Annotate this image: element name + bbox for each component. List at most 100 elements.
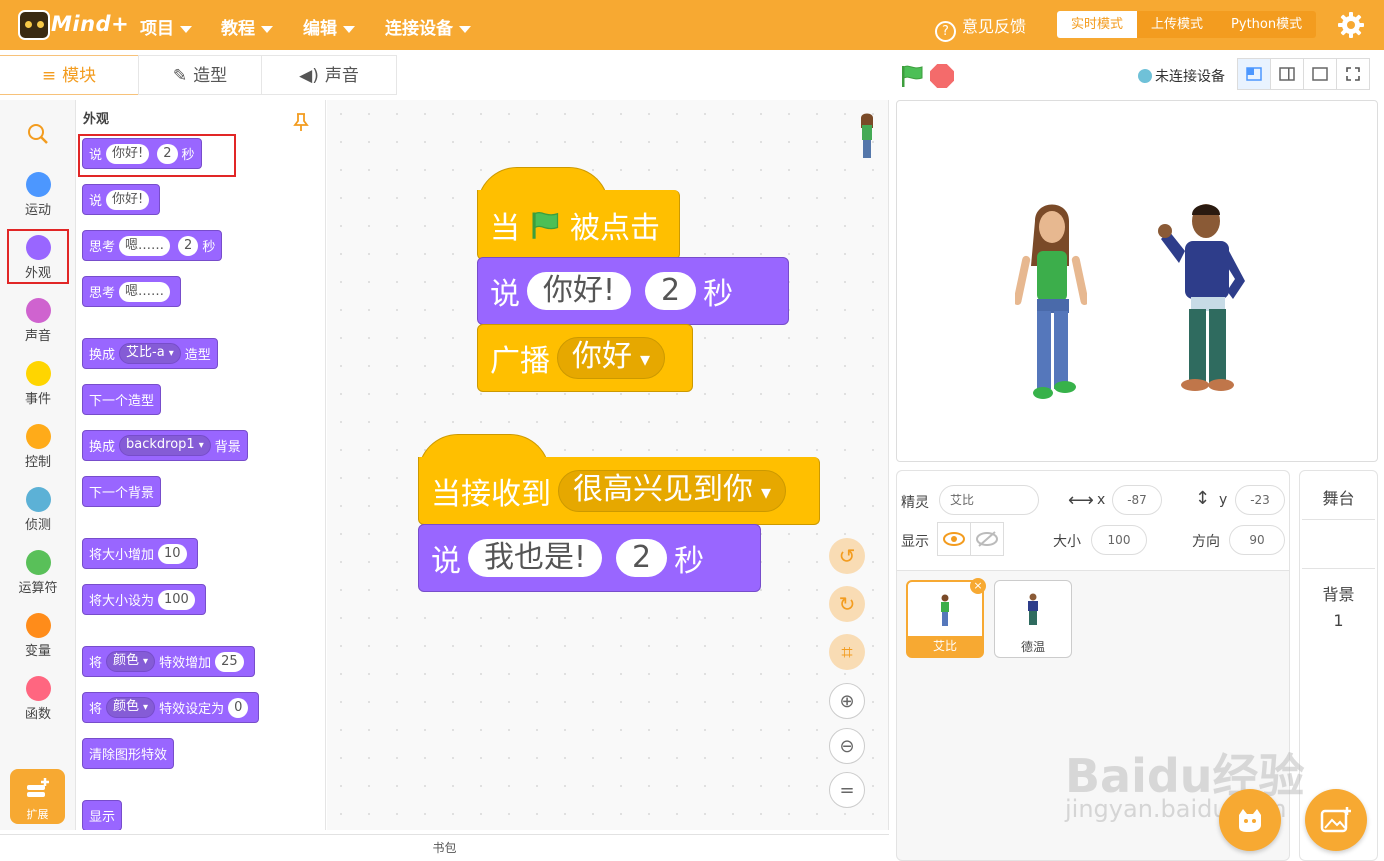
broadcast-block[interactable]: 广播 你好 <box>477 324 693 392</box>
extensions-button[interactable]: 扩展 <box>10 769 65 824</box>
say-for-secs-block[interactable]: 说 我也是! 2 秒 <box>418 524 761 592</box>
effect-dropdown[interactable]: 颜色 <box>106 697 156 718</box>
block-input-number[interactable]: 100 <box>158 589 195 610</box>
feedback-button[interactable]: ? 意见反馈 <box>935 13 1026 42</box>
block-label: 特效增加 <box>159 656 212 671</box>
tab-blocks[interactable]: ≡ 模块 <box>0 55 139 95</box>
when-i-receive-block[interactable]: 当接收到 很高兴见到你 <box>418 457 820 525</box>
sprite-thumbnail-abby[interactable]: × 艾比 <box>906 578 986 658</box>
mode-upload[interactable]: 上传模式 <box>1137 11 1218 38</box>
app-logo[interactable]: Mind+ <box>18 8 129 42</box>
sprite-name: 艾比 <box>908 636 982 656</box>
large-stage-button[interactable] <box>1270 58 1304 90</box>
receive-message-dropdown[interactable]: 很高兴见到你 <box>558 469 787 512</box>
block-input-number[interactable]: 25 <box>215 651 244 672</box>
sprite-name-input[interactable]: 艾比 <box>939 485 1039 515</box>
block-next-costume[interactable]: 下一个造型 <box>82 384 162 415</box>
say-for-secs-block[interactable]: 说 你好! 2 秒 <box>477 257 789 325</box>
visibility-toggle <box>937 522 1004 556</box>
stop-icon[interactable] <box>930 64 954 88</box>
show-button[interactable] <box>937 522 971 556</box>
block-show[interactable]: 显示 <box>82 800 123 830</box>
cat-icon <box>1239 809 1261 832</box>
search-icon[interactable] <box>27 123 49 145</box>
category-events[interactable]: 事件 <box>0 361 76 407</box>
block-input-number[interactable]: 10 <box>158 543 187 564</box>
when-flag-clicked-block[interactable]: 当 被点击 <box>477 190 680 260</box>
block-say[interactable]: 说你好! <box>82 184 161 215</box>
gear-icon[interactable] <box>1337 11 1365 39</box>
blocks-icon: ≡ <box>41 66 57 86</box>
add-backdrop-button[interactable] <box>1305 789 1367 851</box>
block-change-effect[interactable]: 将颜色特效增加25 <box>82 646 255 677</box>
block-input-secs[interactable]: 2 <box>616 539 668 577</box>
redo-button[interactable]: ↻ <box>829 586 865 622</box>
block-input-number[interactable]: 0 <box>228 697 249 718</box>
add-sprite-button[interactable] <box>1219 789 1281 851</box>
category-motion[interactable]: 运动 <box>0 172 76 218</box>
crop-button[interactable]: ⌗ <box>829 634 865 670</box>
category-functions-label: 函数 <box>24 707 51 722</box>
palette-section-title: 外观 <box>83 112 110 127</box>
mode-realtime[interactable]: 实时模式 <box>1057 11 1138 38</box>
tab-sounds[interactable]: ◀) 声音 <box>261 55 397 95</box>
block-switch-costume[interactable]: 换成艾比-a造型 <box>82 338 218 369</box>
block-think-for-secs[interactable]: 思考 嗯…… 2 秒 <box>82 230 223 261</box>
tab-costumes[interactable]: ✎ 造型 <box>138 55 262 95</box>
category-sound[interactable]: 声音 <box>0 298 76 344</box>
block-change-size[interactable]: 将大小增加 10 <box>82 538 198 569</box>
undo-button[interactable]: ↺ <box>829 538 865 574</box>
zoom-reset-button[interactable]: = <box>829 772 865 808</box>
category-sensing[interactable]: 侦测 <box>0 487 76 533</box>
block-set-effect[interactable]: 将颜色特效设定为0 <box>82 692 260 723</box>
x-input[interactable]: -87 <box>1112 485 1162 515</box>
costume-dropdown[interactable]: 艾比-a <box>119 343 181 364</box>
green-flag-icon[interactable] <box>900 64 924 88</box>
block-label: 背景 <box>214 440 241 455</box>
stage-canvas[interactable] <box>896 100 1378 462</box>
block-set-size[interactable]: 将大小设为 100 <box>82 584 206 615</box>
direction-input[interactable]: 90 <box>1229 525 1285 555</box>
devin-thumbnail-icon <box>1028 593 1038 625</box>
y-input[interactable]: -23 <box>1235 485 1285 515</box>
category-control[interactable]: 控制 <box>0 424 76 470</box>
pin-icon[interactable] <box>292 112 310 132</box>
block-next-backdrop[interactable]: 下一个背景 <box>82 476 162 507</box>
menu-connect[interactable]: 连接设备 <box>385 14 471 39</box>
backpack-bar[interactable]: 书包 <box>0 834 889 861</box>
script-area[interactable]: 当 被点击 说 你好! 2 秒 广播 你好 当接收到 很高兴见到你 说 我也是!… <box>327 100 889 830</box>
effect-dropdown[interactable]: 颜色 <box>106 651 156 672</box>
small-stage-button[interactable] <box>1237 58 1271 90</box>
category-operators[interactable]: 运算符 <box>0 550 76 596</box>
menu-tutorial[interactable]: 教程 <box>221 14 273 39</box>
block-input-message[interactable]: 你好! <box>106 189 150 210</box>
block-switch-backdrop[interactable]: 换成backdrop1背景 <box>82 430 248 461</box>
block-input-secs[interactable]: 2 <box>645 272 697 310</box>
block-input-message[interactable]: 我也是! <box>468 539 603 577</box>
block-input-message[interactable]: 你好! <box>527 272 632 310</box>
fullscreen-button[interactable] <box>1336 58 1370 90</box>
hide-button[interactable] <box>970 522 1004 556</box>
menu-project[interactable]: 项目 <box>140 14 192 39</box>
category-variables[interactable]: 变量 <box>0 613 76 659</box>
size-input[interactable]: 100 <box>1091 525 1147 555</box>
zoom-in-button[interactable]: ⊕ <box>829 683 865 719</box>
broadcast-message-dropdown[interactable]: 你好 <box>557 337 666 379</box>
delete-icon[interactable]: × <box>970 578 986 594</box>
backdrop-dropdown[interactable]: backdrop1 <box>119 435 211 456</box>
block-input-message[interactable]: 嗯…… <box>119 235 171 256</box>
block-input-secs[interactable]: 2 <box>178 235 199 256</box>
zoom-out-button[interactable]: ⊖ <box>829 728 865 764</box>
block-input-message[interactable]: 嗯…… <box>119 281 171 302</box>
block-clear-effects[interactable]: 清除图形特效 <box>82 738 175 769</box>
sprite-thumbnail-devin[interactable]: 德温 <box>994 580 1072 658</box>
block-think[interactable]: 思考 嗯…… <box>82 276 182 307</box>
stage-only-button[interactable] <box>1303 58 1337 90</box>
mode-python[interactable]: Python模式 <box>1217 11 1317 38</box>
block-label: 将 <box>89 656 103 671</box>
stage-thumbnail[interactable] <box>1302 519 1375 569</box>
category-functions[interactable]: 函数 <box>0 676 76 722</box>
block-label: 将大小增加 <box>89 548 155 563</box>
eye-off-icon <box>976 531 998 547</box>
menu-edit[interactable]: 编辑 <box>303 14 355 39</box>
